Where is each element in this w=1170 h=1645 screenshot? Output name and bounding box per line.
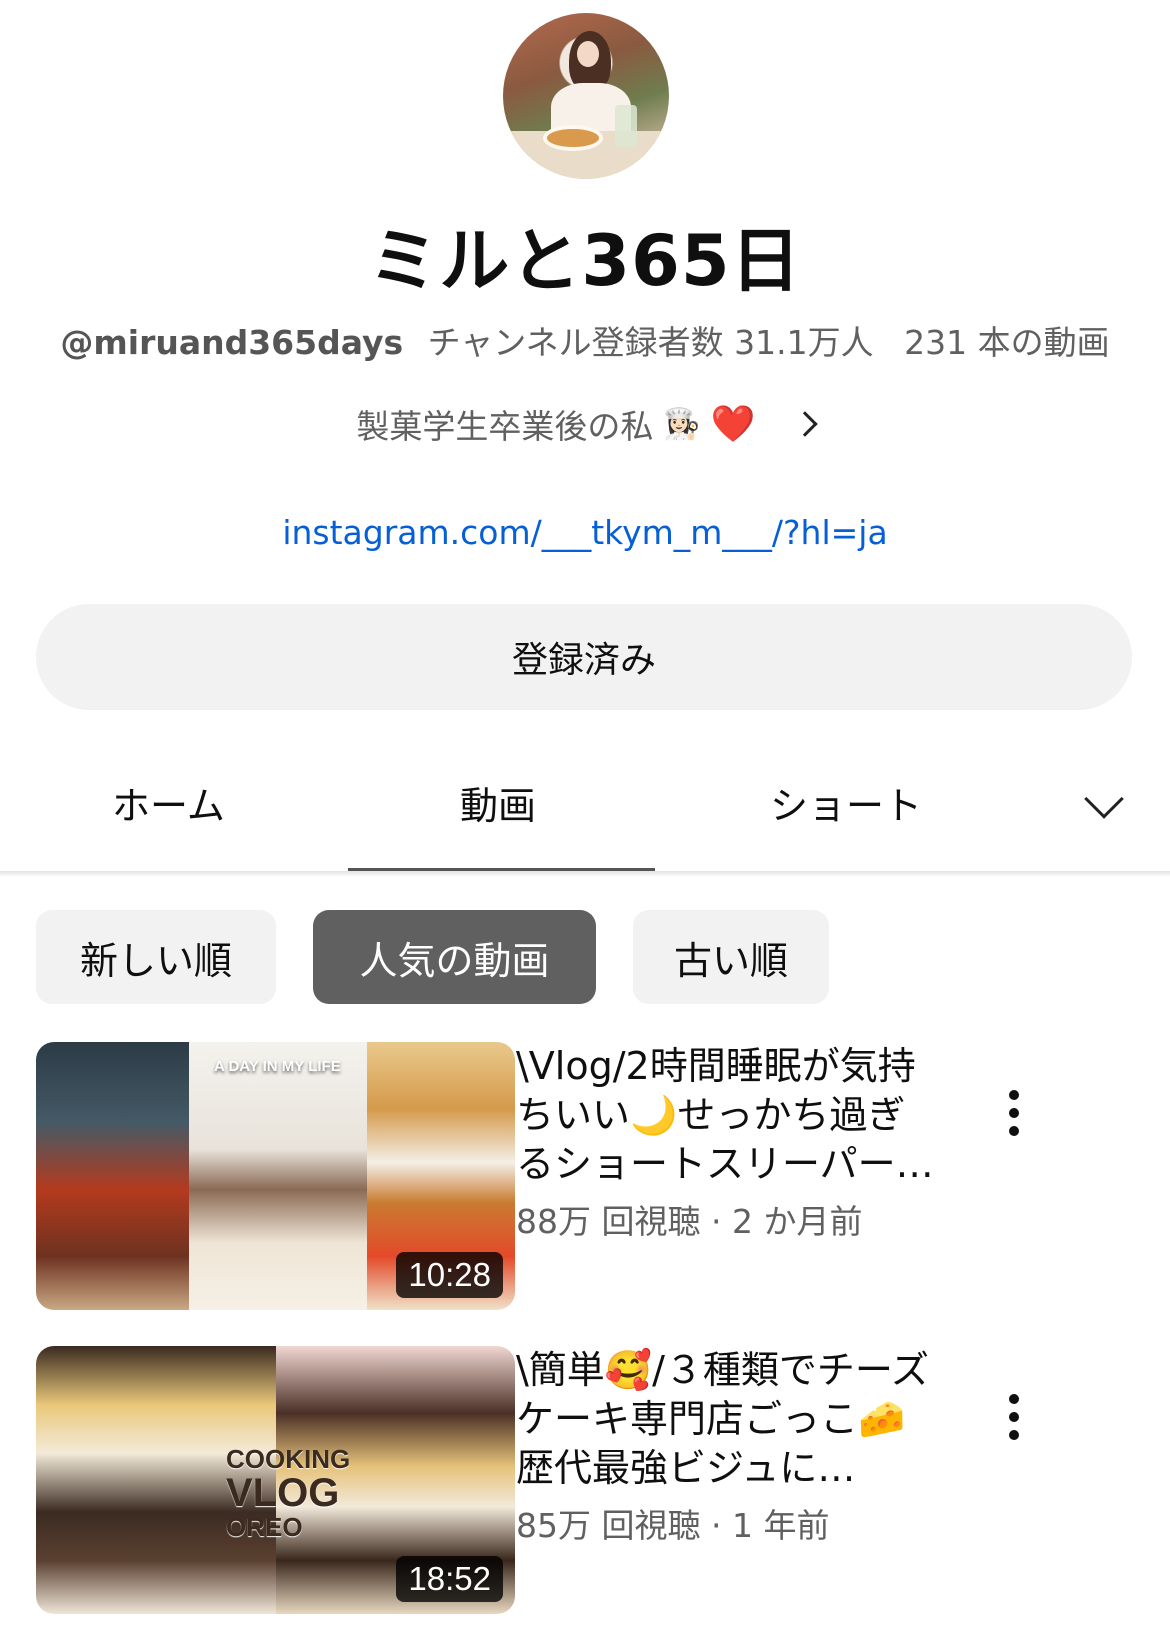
channel-link[interactable]: instagram.com/___tkym_m___/?hl=ja bbox=[0, 513, 1170, 552]
heart-emoji: ❤️ bbox=[710, 404, 756, 445]
view-count: 85万 回視聴 bbox=[516, 1506, 701, 1545]
thumbnail-text: A DAY IN MY LIFE bbox=[214, 1058, 341, 1075]
video-item[interactable]: A DAY IN MY LIFE 10:28 \Vlog/2時間睡眠が気持ちいい… bbox=[36, 1042, 1136, 1312]
subscriber-count: チャンネル登録者数 31.1万人 bbox=[427, 323, 874, 362]
thumbnail-text: COOKING VLOG OREO bbox=[226, 1442, 350, 1544]
tabs-divider bbox=[0, 871, 1170, 877]
more-options-icon[interactable] bbox=[1008, 1090, 1020, 1140]
subscribed-button[interactable]: 登録済み bbox=[36, 604, 1132, 710]
video-item[interactable]: COOKING VLOG OREO 18:52 \簡単🥰/３種類でチーズケーキ専… bbox=[36, 1346, 1136, 1616]
chef-emoji: 👩🏻‍🍳 bbox=[663, 406, 701, 442]
video-duration: 10:28 bbox=[396, 1252, 503, 1298]
video-stats: 88万 回視聴 · 2 か月前 bbox=[516, 1195, 936, 1243]
thumbnail-text-oreo: OREO bbox=[226, 1512, 303, 1542]
tab-shorts[interactable]: ショート bbox=[770, 775, 922, 830]
upload-age: 2 か月前 bbox=[731, 1202, 863, 1241]
stats-separator: · bbox=[710, 1506, 722, 1545]
video-thumbnail[interactable]: COOKING VLOG OREO 18:52 bbox=[36, 1346, 515, 1614]
tab-videos[interactable]: 動画 bbox=[460, 775, 536, 830]
channel-name: ミルと365日 bbox=[368, 220, 802, 302]
thumbnail-text-cooking: COOKING bbox=[226, 1444, 351, 1474]
chip-oldest[interactable]: 古い順 bbox=[633, 910, 829, 1004]
channel-tabs: ホーム 動画 ショート bbox=[0, 745, 1170, 875]
video-title[interactable]: \Vlog/2時間睡眠が気持ちいい🌙せっかち過ぎるショートスリーパーの日常 bbox=[516, 1042, 936, 1189]
channel-handle: @miruand365days bbox=[60, 323, 404, 362]
chevron-down-icon[interactable] bbox=[1084, 779, 1124, 819]
chip-popular[interactable]: 人気の動画 bbox=[313, 910, 596, 1004]
stats-separator: · bbox=[710, 1202, 722, 1241]
more-options-icon[interactable] bbox=[1008, 1394, 1020, 1444]
view-count: 88万 回視聴 bbox=[516, 1202, 701, 1241]
chevron-right-icon[interactable] bbox=[791, 411, 818, 437]
thumbnail-text-vlog: VLOG bbox=[226, 1471, 340, 1515]
upload-age: 1 年前 bbox=[731, 1506, 830, 1545]
video-stats: 85万 回視聴 · 1 年前 bbox=[516, 1499, 936, 1547]
channel-meta: @miruand365days チャンネル登録者数 31.1万人 231 本の動… bbox=[0, 316, 1170, 364]
video-count: 231 本の動画 bbox=[904, 323, 1110, 362]
chip-newest[interactable]: 新しい順 bbox=[36, 910, 276, 1004]
video-thumbnail[interactable]: A DAY IN MY LIFE 10:28 bbox=[36, 1042, 515, 1310]
video-duration: 18:52 bbox=[396, 1556, 503, 1602]
channel-avatar[interactable] bbox=[503, 13, 669, 179]
channel-description[interactable]: 製菓学生卒業後の私 👩🏻‍🍳 ❤️ bbox=[0, 400, 1170, 448]
tab-home[interactable]: ホーム bbox=[112, 775, 225, 830]
description-text: 製菓学生卒業後の私 bbox=[356, 407, 654, 446]
video-title[interactable]: \簡単🥰/３種類でチーズケーキ専門店ごっこ🧀歴代最強ビジュに… bbox=[516, 1346, 936, 1493]
